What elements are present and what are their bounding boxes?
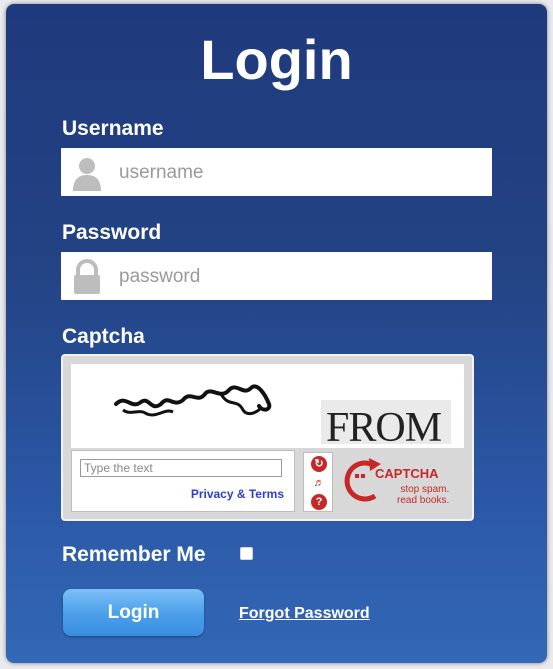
username-input[interactable] — [117, 156, 481, 190]
captcha-tagline-line2: read books. — [397, 495, 450, 506]
captcha-tagline: stop spam. read books. — [397, 484, 449, 506]
audio-icon[interactable]: ♬ — [311, 475, 327, 491]
captcha-controls: ↻ ♬ ? — [303, 452, 333, 512]
captcha-entry-box: Privacy & Terms — [71, 450, 295, 512]
user-icon — [69, 155, 105, 191]
captcha-brand: CAPTCHA — [375, 466, 439, 481]
login-button[interactable]: Login — [63, 589, 204, 636]
password-field — [61, 252, 492, 300]
privacy-terms-link[interactable]: Privacy & Terms — [191, 487, 284, 501]
captcha-input[interactable] — [80, 459, 282, 477]
captcha-widget: FROM Privacy & Terms ↻ ♬ ? CAPTCHA stop … — [61, 354, 474, 521]
captcha-image: FROM — [71, 364, 464, 451]
username-field — [61, 148, 492, 196]
remember-me-label: Remember Me — [62, 543, 206, 566]
page-title: Login — [200, 28, 353, 91]
captcha-word: FROM — [326, 405, 442, 451]
lock-icon — [69, 259, 105, 295]
password-label: Password — [62, 221, 162, 244]
password-input[interactable] — [117, 260, 481, 294]
help-icon[interactable]: ? — [311, 494, 327, 510]
captcha-label: Captcha — [62, 325, 145, 348]
forgot-password-link[interactable]: Forgot Password — [239, 605, 370, 623]
recaptcha-logo: CAPTCHA stop spam. read books. — [341, 452, 467, 512]
username-label: Username — [62, 117, 164, 140]
captcha-tagline-line1: stop spam. — [400, 484, 450, 495]
remember-me-checkbox[interactable] — [240, 547, 253, 560]
refresh-icon[interactable]: ↻ — [311, 456, 327, 472]
